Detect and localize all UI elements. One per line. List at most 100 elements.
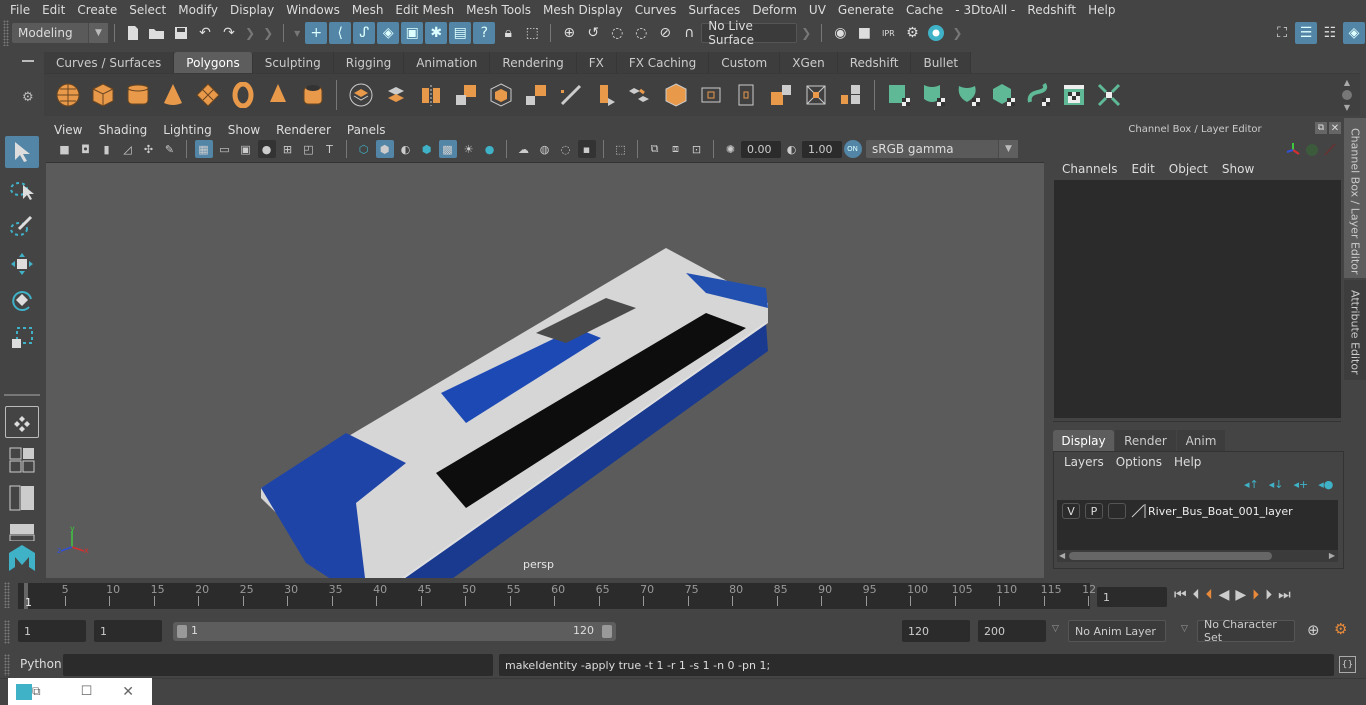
shelf-tab-redshift[interactable]: Redshift [837,52,912,73]
select-face-icon[interactable]: ▣ [401,22,424,44]
playback-start-field[interactable]: 1 [94,620,162,642]
script-editor-icon[interactable]: {} [1339,656,1356,673]
scroll-thumb[interactable] [1069,552,1272,560]
channel-box-icon[interactable]: ◈ [1343,22,1365,44]
grip-handle[interactable] [4,620,10,644]
render-view-icon[interactable]: ◉ [829,22,851,44]
viewport-menu-view[interactable]: View [46,123,90,137]
gamma-field[interactable]: 1.00 [802,140,842,158]
close-icon[interactable]: ✕ [122,684,134,700]
shadows-icon[interactable]: ● [481,140,499,158]
exposure-icon[interactable]: ✺ [722,140,740,158]
shelf-scroll[interactable]: ▲ ▼ [1340,78,1354,112]
scroll-down-icon[interactable]: ▼ [1344,103,1350,112]
play-backwards-icon[interactable]: ◀ [1219,587,1230,603]
undo-icon[interactable]: ↶ [194,22,216,44]
move-tool-icon[interactable] [5,248,39,280]
scroll-thumb[interactable] [1342,90,1352,100]
menu-select[interactable]: Select [123,3,172,17]
range-end-handle[interactable] [602,625,612,638]
gate-mask-icon[interactable]: ● [257,140,276,158]
go-to-start-icon[interactable]: ⏮ [1174,587,1187,603]
textured-icon[interactable]: ▩ [438,140,457,158]
save-scene-icon[interactable] [170,22,192,44]
grease-pencil-icon[interactable]: ✎ [161,140,179,158]
isolate-select-icon[interactable]: ⬚ [612,140,630,158]
viewport-menu-panels[interactable]: Panels [339,123,394,137]
grip-handle[interactable] [4,582,10,608]
menu-modify[interactable]: Modify [172,3,224,17]
character-set-dropdown[interactable]: No Character Set [1197,618,1295,644]
step-back-frame-icon[interactable]: ⏴ [1193,587,1200,603]
layer-horizontal-scrollbar[interactable]: ◀ ▶ [1057,550,1338,562]
menu-cache[interactable]: Cache [900,3,949,17]
step-forward-frame-icon[interactable]: ⏵ [1265,587,1272,603]
scroll-left-icon[interactable]: ◀ [1059,551,1065,560]
combine-icon[interactable] [346,80,376,110]
tool-settings-icon[interactable]: ☷ [1319,22,1341,44]
shelf-tab-polygons[interactable]: Polygons [174,52,253,73]
layer-visibility-toggle[interactable]: V [1062,503,1080,519]
layer-menu-help[interactable]: Help [1168,455,1207,469]
layer-playback-toggle[interactable]: P [1085,503,1103,519]
poly-pipe-icon[interactable] [298,80,328,110]
rotate-tool-icon[interactable] [5,284,39,316]
gear-icon[interactable]: ⚙ [22,90,34,105]
range-start-handle[interactable] [177,625,187,638]
scroll-up-icon[interactable]: ▲ [1344,78,1350,87]
menu-edit[interactable]: Edit [36,3,71,17]
snap-point-icon[interactable]: ◌ [606,22,628,44]
menu-mesh-tools[interactable]: Mesh Tools [460,3,537,17]
restore-icon[interactable]: ⧉ [32,684,41,699]
select-object-icon[interactable]: ⟨ [329,22,352,44]
layer-row[interactable]: V P River_Bus_Boat_001_layer [1057,502,1338,520]
motion-blur-icon[interactable]: ◍ [536,140,554,158]
viewport-menu-lighting[interactable]: Lighting [155,123,220,137]
modeling-toolkit-icon[interactable]: ⛶ [1271,22,1293,44]
menu-help[interactable]: Help [1082,3,1121,17]
bookmark-icon[interactable]: ▮ [98,140,116,158]
image-plane-icon[interactable]: ◿ [119,140,137,158]
workspace-dropdown[interactable]: Modeling ▼ [12,23,108,43]
move-layer-down-icon[interactable]: ◂↓ [1269,478,1284,491]
chevron-down-icon[interactable]: ▼ [294,29,300,38]
snap-view-plane-icon[interactable]: ◌ [630,22,652,44]
play-forwards-icon[interactable]: ▶ [1235,587,1246,603]
shelf-tab-fx[interactable]: FX [576,52,617,73]
viewport-menu-shading[interactable]: Shading [90,123,155,137]
screen-space-ao-icon[interactable]: ☁ [515,140,533,158]
lasso-tool-icon[interactable] [5,174,39,206]
menu-create[interactable]: Create [71,3,123,17]
menu-generate[interactable]: Generate [832,3,900,17]
shelf-tab-bullet[interactable]: Bullet [911,52,972,73]
safe-action-icon[interactable]: ◰ [300,140,318,158]
menu-curves[interactable]: Curves [629,3,683,17]
shelf-menu-icon[interactable] [22,60,34,62]
bridge-icon[interactable] [626,80,656,110]
3d-viewport[interactable]: y x z persp [46,162,1044,579]
xray-components-icon[interactable]: ⊡ [688,140,706,158]
outliner-layout-icon[interactable] [5,482,39,514]
uv-contour-icon[interactable] [1024,80,1054,110]
hyperbolic-icon[interactable] [1324,143,1336,156]
animation-preferences-icon[interactable]: ⚙ [1334,620,1347,638]
insert-edge-loop-icon[interactable] [731,80,761,110]
snap-curve-icon[interactable]: ↺ [582,22,604,44]
depth-of-field-icon[interactable]: ▪ [577,140,596,158]
side-tab-attribute-editor[interactable]: Attribute Editor [1344,280,1366,380]
layer-menu-options[interactable]: Options [1110,455,1168,469]
menu-file[interactable]: File [4,3,36,17]
target-weld-icon[interactable] [801,80,831,110]
field-chart-icon[interactable]: ⊞ [279,140,297,158]
boat-model[interactable] [46,163,1044,579]
scroll-right-icon[interactable]: ▶ [1329,551,1335,560]
speed-icon[interactable] [1306,144,1318,156]
open-scene-icon[interactable] [146,22,168,44]
range-slider[interactable]: 1 120 [173,622,616,641]
2d-pan-zoom-icon[interactable]: ✣ [140,140,158,158]
wireframe-on-shaded-icon[interactable]: ⬢ [418,140,436,158]
color-space-dropdown[interactable]: sRGB gamma ▼ [866,140,1018,158]
remesh-icon[interactable] [521,80,551,110]
poly-cube-icon[interactable] [88,80,118,110]
camera-attributes-icon[interactable]: ◘ [77,140,95,158]
